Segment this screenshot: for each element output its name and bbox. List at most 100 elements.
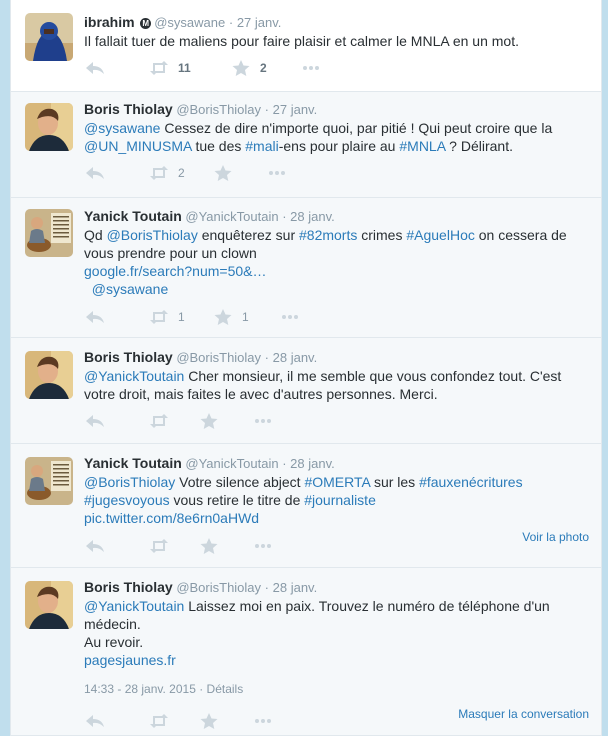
tweet-text-segment: Votre silence abject: [175, 474, 305, 490]
tweet-time[interactable]: 28 janv.: [273, 350, 318, 365]
retweet-button[interactable]: [148, 536, 178, 556]
more-button[interactable]: [252, 711, 274, 731]
tweet-time[interactable]: 28 janv.: [273, 580, 318, 595]
tweet-link[interactable]: @BorisThiolay: [84, 474, 175, 490]
retweet-count: 2: [178, 166, 185, 180]
tweet-username[interactable]: @BorisThiolay: [176, 580, 261, 595]
reply-button[interactable]: [84, 163, 106, 183]
favorite-button[interactable]: 2: [230, 58, 267, 78]
tweet-timestamp[interactable]: 14:33 - 28 janv. 2015: [84, 682, 196, 696]
tweet-username[interactable]: @YanickToutain: [185, 209, 278, 224]
tweet-actions: 2: [84, 163, 589, 183]
tweet-text-line: google.fr/search?num=50&…: [84, 262, 589, 280]
favorite-button[interactable]: [198, 411, 228, 431]
tweet-link[interactable]: #journaliste: [304, 492, 376, 508]
favorite-button[interactable]: 1: [212, 307, 249, 327]
retweet-button[interactable]: 11: [148, 58, 191, 78]
avatar[interactable]: [25, 581, 73, 629]
tweet-link[interactable]: @BorisThiolay: [107, 227, 198, 243]
tweet-link[interactable]: @YanickToutain: [84, 368, 184, 384]
tweet[interactable]: Yanick Toutain @YanickToutain · 28 janv.…: [11, 444, 601, 568]
tweet-actions: [84, 411, 589, 431]
tweet-username[interactable]: @YanickToutain: [185, 456, 278, 471]
tweet-fullname[interactable]: Boris Thiolay: [84, 579, 173, 595]
tweet-link[interactable]: @sysawane: [84, 120, 160, 136]
reply-button[interactable]: [84, 58, 106, 78]
tweet-fullname[interactable]: Yanick Toutain: [84, 455, 182, 471]
tweet-text-segment: on cessera de: [474, 227, 567, 243]
retweet-button[interactable]: [148, 411, 178, 431]
tweet-header: Yanick Toutain @YanickToutain · 28 janv.: [84, 208, 335, 224]
tweet-fullname[interactable]: Boris Thiolay: [84, 349, 173, 365]
tweet-text-line: @BorisThiolay Votre silence abject #OMER…: [84, 473, 589, 491]
tweet-text-line: vous prendre pour un clown: [84, 244, 589, 262]
tweet-link[interactable]: #fauxenécritures: [419, 474, 523, 490]
avatar[interactable]: [25, 209, 73, 257]
avatar[interactable]: [25, 103, 73, 151]
tweet-time[interactable]: 28 janv.: [290, 209, 335, 224]
tweet-time[interactable]: 28 janv.: [290, 456, 335, 471]
tweet[interactable]: ibrahim M @sysawane · 27 janv. Il fallait …: [11, 0, 601, 92]
tweet-fullname[interactable]: Yanick Toutain: [84, 208, 182, 224]
separator-dot: ·: [264, 102, 270, 117]
tweet-link[interactable]: pic.twitter.com/8e6rn0aHWd: [84, 510, 259, 526]
tweet-link[interactable]: #MNLA: [399, 138, 445, 154]
tweet-text-segment: Cher monsieur, il me semble que vous con…: [184, 368, 562, 384]
tweet[interactable]: Boris Thiolay @BorisThiolay · 28 janv. @Y…: [11, 338, 601, 444]
reply-button[interactable]: [84, 411, 106, 431]
tweet-fullname[interactable]: ibrahim: [84, 14, 135, 30]
favorite-count: 1: [242, 310, 249, 324]
view-photo-link[interactable]: Voir la photo: [522, 530, 589, 544]
retweet-icon: [148, 308, 170, 326]
retweet-button[interactable]: 2: [148, 163, 185, 183]
tweet-username[interactable]: @BorisThiolay: [176, 350, 261, 365]
retweet-button[interactable]: 1: [148, 307, 185, 327]
avatar[interactable]: [25, 13, 73, 61]
tweet-text-segment: -ens pour plaire au: [278, 138, 400, 154]
reply-button[interactable]: [84, 536, 106, 556]
favorite-icon: [198, 412, 220, 430]
separator-dot: ·: [282, 209, 287, 224]
tweet-link[interactable]: #mali: [245, 138, 278, 154]
avatar[interactable]: [25, 457, 73, 505]
tweet-link[interactable]: pagesjaunes.fr: [84, 652, 176, 668]
details-link[interactable]: Détails: [207, 682, 244, 696]
tweet-fullname[interactable]: Boris Thiolay: [84, 101, 173, 117]
favorite-button[interactable]: [198, 711, 228, 731]
tweet-link[interactable]: #jugesvoyous: [84, 492, 170, 508]
hide-conversation-link[interactable]: Masquer la conversation: [458, 707, 589, 721]
tweet-text: @sysawane Cessez de dire n'importe quoi,…: [84, 119, 589, 155]
tweet-text: Qd @BorisThiolay enquêterez sur #82morts…: [84, 226, 589, 298]
tweet-link[interactable]: @UN_MINUSMA: [84, 138, 192, 154]
favorite-count: 2: [260, 61, 267, 75]
tweet-link[interactable]: #AguelHoc: [406, 227, 475, 243]
tweet-username[interactable]: @sysawane: [154, 15, 225, 30]
tweet-text-segment: Au revoir.: [84, 634, 144, 650]
favorite-button[interactable]: [212, 163, 242, 183]
tweet-link[interactable]: @sysawane: [84, 281, 168, 297]
tweet-time[interactable]: 27 janv.: [237, 15, 282, 30]
more-button[interactable]: [300, 58, 322, 78]
tweet[interactable]: Boris Thiolay @BorisThiolay · 27 janv. @s…: [11, 92, 601, 198]
tweet[interactable]: Yanick Toutain @YanickToutain · 28 janv.…: [11, 198, 601, 338]
more-button[interactable]: [279, 307, 301, 327]
tweet-link[interactable]: google.fr/search?num=50&…: [84, 263, 267, 279]
reply-button[interactable]: [84, 711, 106, 731]
favorite-button[interactable]: [198, 536, 228, 556]
retweet-button[interactable]: [148, 711, 178, 731]
more-button[interactable]: [252, 536, 274, 556]
tweet-text-line: #jugesvoyous vous retire le titre de #jo…: [84, 491, 589, 509]
tweet-username[interactable]: @BorisThiolay: [176, 102, 261, 117]
tweet-link[interactable]: #OMERTA: [304, 474, 370, 490]
more-button[interactable]: [266, 163, 288, 183]
tweet-link[interactable]: #82morts: [299, 227, 357, 243]
more-button[interactable]: [252, 411, 274, 431]
tweet-text-segment: sur les: [370, 474, 420, 490]
tweet-text: @YanickToutain Cher monsieur, il me semb…: [84, 367, 589, 403]
tweet[interactable]: Boris Thiolay @BorisThiolay · 28 janv. @Y…: [11, 568, 601, 736]
avatar[interactable]: [25, 351, 73, 399]
tweet-time[interactable]: 27 janv.: [273, 102, 318, 117]
favorite-icon: [212, 308, 234, 326]
tweet-link[interactable]: @YanickToutain: [84, 598, 184, 614]
reply-button[interactable]: [84, 307, 106, 327]
